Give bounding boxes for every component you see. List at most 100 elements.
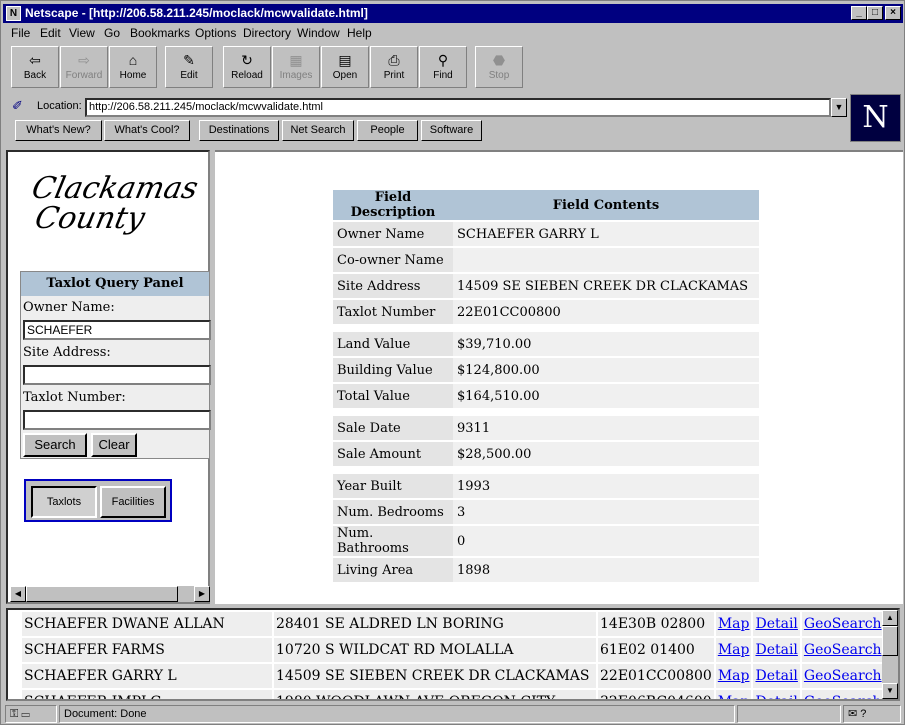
detail-link[interactable]: Detail [755,694,797,699]
menu-view[interactable]: View [69,25,95,41]
security-key-icon[interactable]: ⚿ ▭ [5,705,57,723]
pencil-icon: ✎ [183,52,195,68]
close-button[interactable]: × [885,6,901,20]
stop-icon: ⬣ [492,52,506,68]
field-description: Living Area [333,558,453,582]
field-value [453,248,759,272]
scroll-down-button[interactable]: ▼ [882,683,898,699]
whats-cool-button[interactable]: What's Cool? [104,120,190,141]
menu-window[interactable]: Window [297,25,340,41]
minimize-button[interactable]: _ [851,6,867,20]
scroll-thumb[interactable] [26,586,178,602]
search-button[interactable]: Search [23,433,87,457]
menu-help[interactable]: Help [347,25,372,41]
geosearch-link[interactable]: GeoSearch [804,694,882,699]
people-button[interactable]: People [357,120,418,141]
destinations-button[interactable]: Destinations [199,120,279,141]
menu-edit[interactable]: Edit [40,25,61,41]
clear-button[interactable]: Clear [91,433,137,457]
net-search-button[interactable]: Net Search [282,120,354,141]
images-button[interactable]: ▦ Images [272,46,320,88]
window-title: Netscape - [http://206.58.211.245/moclac… [25,6,368,20]
detail-row: Co-owner Name [333,248,759,272]
print-button[interactable]: ⎙ Print [370,46,418,88]
menu-file[interactable]: File [11,25,30,41]
result-address: 10720 S WILDCAT RD MOLALLA [274,638,596,662]
result-link-cell: Map [715,638,752,662]
open-button[interactable]: ▤ Open [321,46,369,88]
taxlot-number-input[interactable] [23,410,211,430]
netscape-app-icon[interactable]: N [6,6,21,21]
results-frame: SCHAEFER DWANE ALLAN 28401 SE ALDRED LN B… [6,608,900,701]
detail-row: Sale Amount $28,500.00 [333,442,759,466]
result-link-cell: GeoSearch [801,612,884,636]
menu-options[interactable]: Options [195,25,236,41]
field-value: 1898 [453,558,759,582]
map-link[interactable]: Map [718,668,750,684]
reload-label: Reload [231,70,263,81]
results-scroll-thumb[interactable] [882,626,898,656]
chevron-left-icon: ◀ [14,589,22,598]
location-dropdown-button[interactable]: ▼ [831,98,847,117]
detail-row: Owner Name SCHAEFER GARRY L [333,222,759,246]
netscape-logo[interactable]: N [850,94,901,142]
detail-row: Num. Bedrooms 3 [333,500,759,524]
scroll-up-button[interactable]: ▲ [882,610,898,626]
menu-go[interactable]: Go [104,25,120,41]
result-row: SCHAEFER GARRY L 14509 SE SIEBEN CREEK DR… [22,664,884,688]
owner-name-input[interactable]: SCHAEFER [23,320,211,340]
scroll-left-button[interactable]: ◀ [10,586,26,602]
open-icon: ▤ [338,52,352,68]
field-value: $124,800.00 [453,358,759,382]
geosearch-link[interactable]: GeoSearch [804,616,882,632]
site-address-input[interactable] [23,365,211,385]
scroll-right-button[interactable]: ▶ [194,586,210,602]
taxlots-mode-button[interactable]: Taxlots [31,486,97,518]
results-table: SCHAEFER DWANE ALLAN 28401 SE ALDRED LN B… [20,610,886,699]
group-separator [333,326,759,330]
detail-row: Num. Bathrooms 0 [333,526,759,556]
home-button[interactable]: ⌂ Home [109,46,157,88]
map-link[interactable]: Map [718,616,750,632]
detail-row: Sale Date 9311 [333,416,759,440]
taxlot-query-panel: Taxlot Query Panel Owner Name: SCHAEFER … [20,271,211,459]
geosearch-link[interactable]: GeoSearch [804,668,882,684]
result-owner: SCHAEFER IMPLG [22,690,272,699]
edit-button[interactable]: ✎ Edit [165,46,213,88]
bookmark-pen-icon[interactable]: ✐ [12,98,28,114]
location-input[interactable]: http://206.58.211.245/moclack/mcwvalidat… [85,98,831,117]
result-link-cell: Detail [753,664,800,688]
back-button[interactable]: ⇦ Back [11,46,59,88]
clackamas-county-logo: Clackamas County [22,171,202,236]
menu-directory[interactable]: Directory [243,25,291,41]
menu-bookmarks[interactable]: Bookmarks [130,25,190,41]
binoculars-icon: ⚲ [437,52,449,68]
field-description: Num. Bedrooms [333,500,453,524]
location-label: Location: [37,100,82,112]
forward-button[interactable]: ⇨ Forward [60,46,108,88]
whats-new-button[interactable]: What's New? [15,120,102,141]
find-button[interactable]: ⚲ Find [419,46,467,88]
detail-link[interactable]: Detail [755,668,797,684]
map-link[interactable]: Map [718,642,750,658]
location-bar: ✐ Location: http://206.58.211.245/moclac… [9,96,849,118]
facilities-mode-button[interactable]: Facilities [100,486,166,518]
mode-selector: Taxlots Facilities [24,479,172,522]
detail-link[interactable]: Detail [755,642,797,658]
detail-row: Taxlot Number 22E01CC00800 [333,300,759,324]
reload-button[interactable]: ↻ Reload [223,46,271,88]
detail-link[interactable]: Detail [755,616,797,632]
result-link-cell: Detail [753,612,800,636]
result-row: SCHAEFER FARMS 10720 S WILDCAT RD MOLALLA… [22,638,884,662]
result-owner: SCHAEFER FARMS [22,638,272,662]
results-vscrollbar[interactable]: ▲ ▼ [882,610,898,699]
chevron-up-icon: ▲ [886,613,894,622]
mail-icon[interactable]: ✉ ? [843,705,901,723]
geosearch-link[interactable]: GeoSearch [804,642,882,658]
map-link[interactable]: Map [718,694,750,699]
field-value: 0 [453,526,759,556]
maximize-button[interactable]: □ [867,6,883,20]
left-frame-hscrollbar[interactable]: ◀ ▶ [10,586,210,602]
software-button[interactable]: Software [421,120,482,141]
stop-button[interactable]: ⬣ Stop [475,46,523,88]
